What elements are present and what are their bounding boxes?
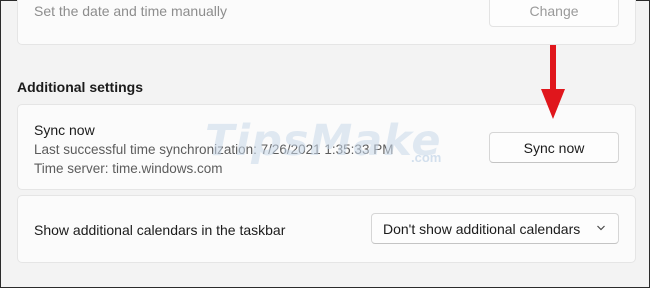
additional-settings-heading: Additional settings <box>17 79 143 95</box>
dropdown-selected-value: Don't show additional calendars <box>383 220 581 237</box>
change-button[interactable]: Change <box>489 0 619 27</box>
chevron-down-icon <box>597 225 605 231</box>
sync-now-button[interactable]: Sync now <box>489 132 619 163</box>
additional-calendars-label: Show additional calendars in the taskbar <box>34 222 286 238</box>
watermark-logo: TipsMake <box>205 116 442 166</box>
sync-now-title: Sync now <box>34 122 95 138</box>
time-server-text: Time server: time.windows.com <box>34 161 223 176</box>
additional-calendars-dropdown[interactable]: Don't show additional calendars <box>371 213 619 244</box>
red-arrow-annotation-icon <box>541 45 565 119</box>
watermark-domain: .com <box>411 150 442 165</box>
manual-time-label: Set the date and time manually <box>34 3 228 19</box>
